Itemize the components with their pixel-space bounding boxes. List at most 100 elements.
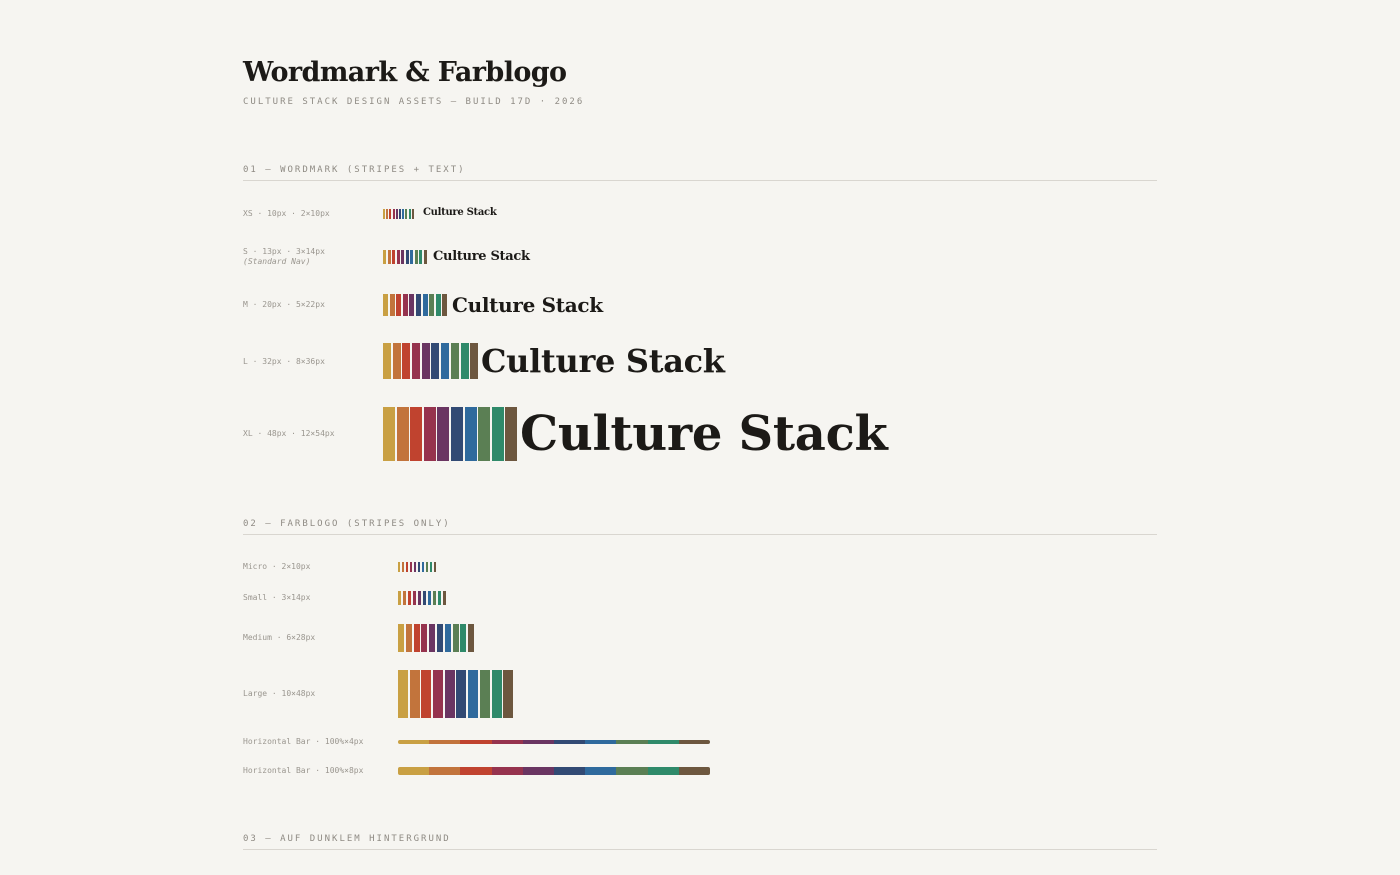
color-stripe bbox=[433, 670, 444, 718]
color-stripe bbox=[410, 250, 413, 264]
color-stripe bbox=[402, 209, 405, 219]
color-bar-segment bbox=[554, 740, 586, 744]
farblogo-small-stripes bbox=[398, 591, 446, 605]
wordmark-row-label-m: M · 20px · 5×22px bbox=[243, 300, 325, 309]
color-stripe bbox=[426, 562, 428, 572]
color-stripe bbox=[428, 591, 431, 605]
color-stripe bbox=[389, 209, 392, 219]
wordmark-xs-text: Culture Stack bbox=[423, 207, 497, 218]
color-stripe bbox=[479, 670, 490, 718]
color-bar-segment bbox=[616, 767, 648, 775]
color-stripe bbox=[395, 209, 398, 219]
color-stripe bbox=[423, 407, 436, 461]
color-stripe bbox=[438, 591, 441, 605]
color-stripe bbox=[460, 343, 469, 379]
wordmark-row-label-s: S · 13px · 3×14px (Standard Nav) bbox=[243, 247, 325, 267]
farblogo-row-label-large: Large · 10×48px bbox=[243, 689, 316, 698]
color-stripe bbox=[402, 294, 408, 316]
color-stripe bbox=[444, 624, 451, 652]
color-stripe bbox=[410, 562, 412, 572]
color-stripe bbox=[491, 670, 502, 718]
color-bar-segment bbox=[491, 740, 523, 744]
color-stripe bbox=[413, 624, 420, 652]
wordmark-xl-stripes bbox=[383, 407, 518, 461]
color-stripe bbox=[441, 343, 450, 379]
color-stripe bbox=[409, 294, 415, 316]
color-stripe bbox=[452, 624, 459, 652]
color-stripe bbox=[468, 624, 475, 652]
color-stripe bbox=[405, 209, 408, 219]
color-bar-segment bbox=[398, 740, 430, 744]
color-stripe bbox=[464, 407, 477, 461]
color-stripe bbox=[408, 591, 411, 605]
color-stripe bbox=[444, 670, 455, 718]
farblogo-row-label-small: Small · 3×14px bbox=[243, 593, 311, 602]
color-stripe bbox=[450, 407, 463, 461]
color-stripe bbox=[398, 209, 401, 219]
color-stripe bbox=[408, 209, 411, 219]
color-stripe bbox=[450, 343, 459, 379]
color-stripe bbox=[396, 294, 402, 316]
color-stripe bbox=[401, 250, 404, 264]
color-stripe bbox=[478, 407, 491, 461]
color-stripe bbox=[398, 591, 401, 605]
color-bar-segment bbox=[585, 740, 617, 744]
horizontal-bar-8px bbox=[398, 767, 710, 775]
color-stripe bbox=[413, 591, 416, 605]
color-stripe bbox=[396, 250, 400, 264]
section-heading-wordmark: 01 — WORDMARK (STRIPES + TEXT) bbox=[243, 165, 1157, 181]
color-stripe bbox=[398, 670, 408, 718]
color-stripe bbox=[429, 294, 435, 316]
color-stripe bbox=[398, 624, 404, 652]
color-stripe bbox=[431, 343, 440, 379]
wordmark-row-label-xl: XL · 48px · 12×54px bbox=[243, 429, 335, 438]
wordmark-l-stripes bbox=[383, 343, 479, 379]
farblogo-row-label-micro: Micro · 2×10px bbox=[243, 562, 311, 571]
color-stripe bbox=[410, 407, 423, 461]
color-bar-segment bbox=[522, 767, 555, 775]
color-stripe bbox=[429, 624, 436, 652]
color-stripe bbox=[383, 407, 395, 461]
color-stripe bbox=[383, 294, 388, 316]
wordmark-s-text: Culture Stack bbox=[433, 249, 530, 264]
color-stripe bbox=[422, 294, 428, 316]
wordmark-l-text: Culture Stack bbox=[481, 342, 725, 380]
color-stripe bbox=[421, 343, 430, 379]
color-stripe bbox=[411, 209, 414, 219]
color-stripe bbox=[437, 407, 450, 461]
color-stripe bbox=[418, 562, 420, 572]
color-stripe bbox=[398, 562, 400, 572]
color-bar-segment bbox=[429, 740, 461, 744]
color-stripe bbox=[415, 294, 421, 316]
color-bar-segment bbox=[554, 767, 586, 775]
wordmark-row-label-s-note: (Standard Nav) bbox=[243, 257, 311, 266]
wordmark-m-stripes bbox=[383, 294, 448, 316]
color-bar-segment bbox=[647, 767, 679, 775]
color-stripe bbox=[412, 343, 421, 379]
color-stripe bbox=[423, 250, 427, 264]
color-bar-segment bbox=[460, 740, 492, 744]
color-stripe bbox=[405, 624, 412, 652]
color-stripe bbox=[383, 250, 386, 264]
color-stripe bbox=[433, 591, 436, 605]
color-stripe bbox=[402, 562, 404, 572]
color-stripe bbox=[491, 407, 504, 461]
wordmark-row-label-l: L · 32px · 8×36px bbox=[243, 357, 325, 366]
color-stripe bbox=[434, 562, 436, 572]
farblogo-micro-stripes bbox=[398, 562, 436, 572]
color-bar-segment bbox=[585, 767, 617, 775]
color-stripe bbox=[396, 407, 409, 461]
wordmark-row-label-xs: XS · 10px · 2×10px bbox=[243, 209, 330, 218]
color-bar-segment bbox=[678, 767, 710, 775]
farblogo-medium-stripes bbox=[398, 624, 475, 652]
farblogo-row-label-medium: Medium · 6×28px bbox=[243, 633, 316, 642]
section-heading-dark: 03 — AUF DUNKLEM HINTERGRUND bbox=[243, 834, 1157, 850]
color-stripe bbox=[468, 670, 479, 718]
color-bar-segment bbox=[491, 767, 523, 775]
color-stripe bbox=[406, 562, 408, 572]
farblogo-row-label-hbar-4: Horizontal Bar · 100%×4px bbox=[243, 737, 364, 746]
color-stripe bbox=[460, 624, 467, 652]
color-stripe bbox=[409, 670, 420, 718]
color-stripe bbox=[414, 250, 418, 264]
color-stripe bbox=[392, 209, 395, 219]
